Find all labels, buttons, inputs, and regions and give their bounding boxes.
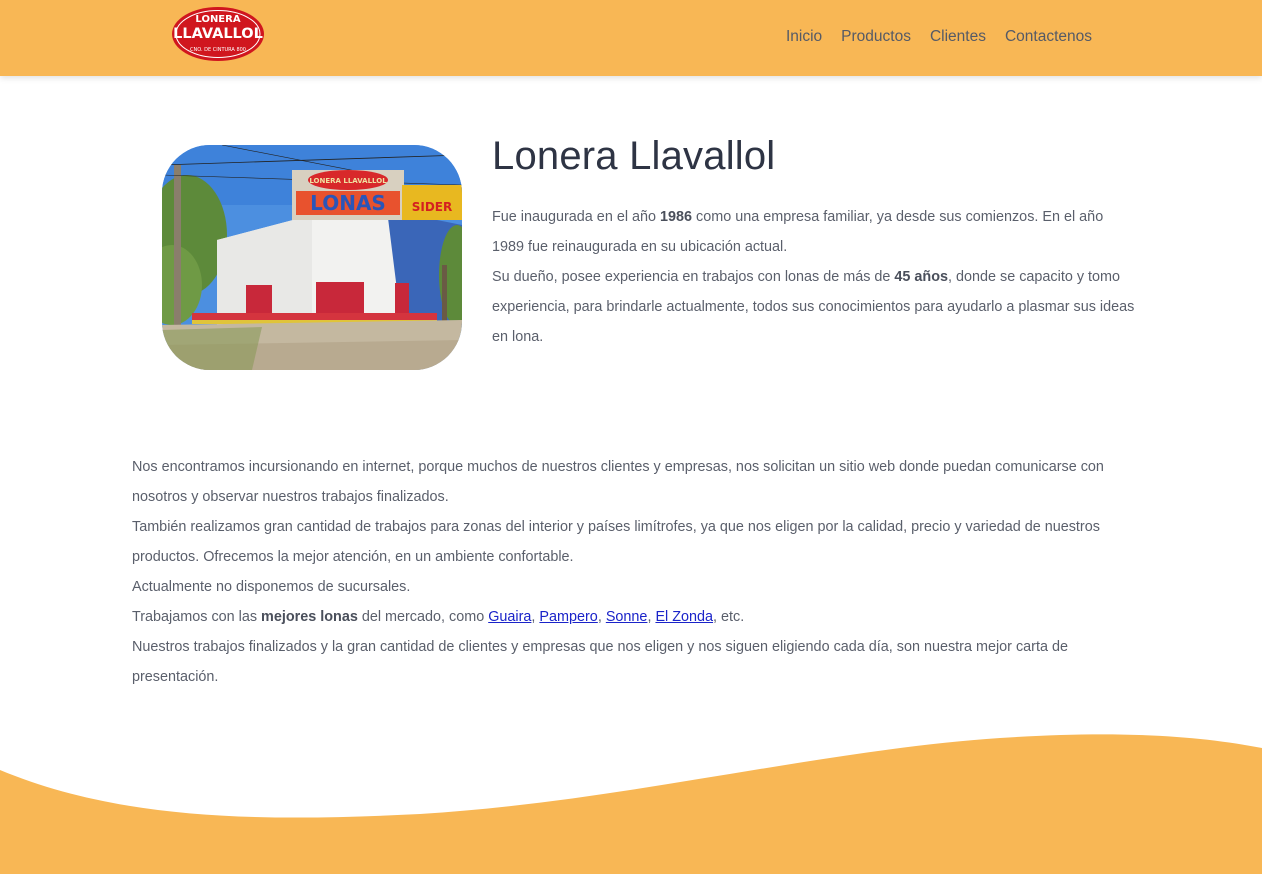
main-nav: Inicio Productos Clientes Contactenos: [786, 28, 1092, 46]
brand-link-sonne[interactable]: Sonne: [606, 609, 648, 625]
brand-link-el-zonda[interactable]: El Zonda: [655, 609, 713, 625]
photo-sign-text: LONAS: [310, 191, 386, 215]
logo[interactable]: LONERA LLAVALLOL CNO. DE CINTURA 800: [170, 4, 266, 64]
content-text: Nos encontramos incursionando en interne…: [132, 452, 1132, 692]
brand-link-pampero[interactable]: Pampero: [539, 609, 597, 625]
content-paragraph-5: Nuestros trabajos finalizados y la gran …: [132, 639, 1068, 685]
photo-sign-top: LONERA LLAVALLOL: [309, 177, 387, 185]
nav-contactenos[interactable]: Contactenos: [1005, 28, 1092, 46]
logo-line2: LLAVALLOL: [173, 26, 263, 42]
content-paragraph-4: Trabajamos con las mejores lonas del mer…: [132, 609, 745, 625]
content-paragraph-2: También realizamos gran cantidad de trab…: [132, 519, 1100, 565]
content-paragraph-1: Nos encontramos incursionando en interne…: [132, 459, 1104, 505]
content-paragraph-3: Actualmente no disponemos de sucursales.: [132, 579, 411, 595]
page-title: Lonera Llavallol: [492, 134, 776, 178]
footer-wave: [0, 734, 1262, 874]
photo-side-text: SIDER: [412, 200, 453, 214]
site-header: LONERA LLAVALLOL CNO. DE CINTURA 800 Ini…: [0, 0, 1262, 76]
about-paragraph-2: Su dueño, posee experiencia en trabajos …: [492, 269, 1135, 345]
store-photo: LONAS LONERA LLAVALLOL SIDER: [162, 145, 462, 370]
brand-link-guaira[interactable]: Guaira: [488, 609, 531, 625]
logo-line3: CNO. DE CINTURA 800: [190, 47, 246, 53]
about-paragraph-1: Fue inaugurada en el año 1986 como una e…: [492, 209, 1104, 255]
logo-line1: LONERA: [195, 14, 240, 25]
about-text: Fue inaugurada en el año 1986 como una e…: [492, 202, 1137, 352]
nav-clientes[interactable]: Clientes: [930, 28, 986, 46]
nav-inicio[interactable]: Inicio: [786, 28, 822, 46]
nav-productos[interactable]: Productos: [841, 28, 911, 46]
